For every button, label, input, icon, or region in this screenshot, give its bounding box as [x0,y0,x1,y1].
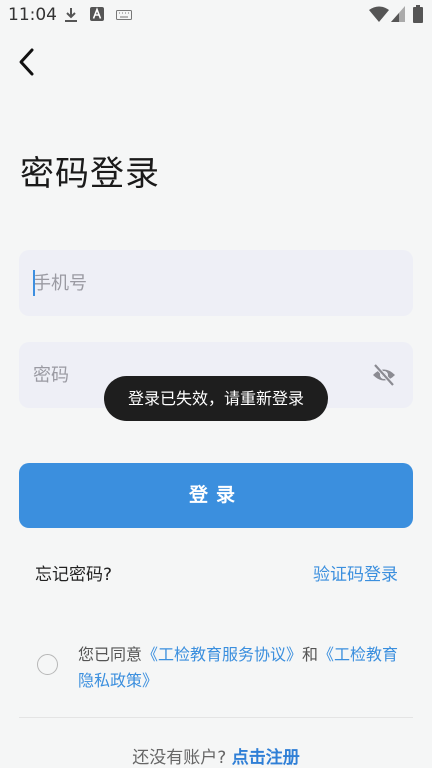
signup-row: 还没有账户? 点击注册 [0,743,432,768]
phone-input[interactable] [33,250,353,316]
page-title: 密码登录 [20,154,160,194]
wifi-icon [369,6,389,22]
agreement-prefix: 您已同意 [78,645,143,664]
signup-prompt: 还没有账户? [132,748,227,768]
back-button[interactable] [12,46,44,78]
signal-icon [391,6,405,22]
download-icon [65,8,77,22]
login-button[interactable]: 登录 [19,463,413,528]
signup-link[interactable]: 点击注册 [232,748,300,768]
service-agreement-link[interactable]: 《工检教育服务协议》 [142,645,302,664]
divider [19,717,413,718]
phone-field[interactable] [19,250,413,316]
toast-message: 登录已失效，请重新登录 [104,376,328,421]
agreement-and: 和 [302,645,319,664]
agreement-text: 您已同意《工检教育服务协议》和《工检教育隐私政策》 [78,642,408,694]
agreement-checkbox[interactable] [37,654,58,675]
text-cursor [33,270,35,296]
status-time: 11:04 [8,5,57,25]
a-badge-icon [90,7,104,21]
battery-icon [413,5,423,23]
status-bar: 11:04 [0,0,432,30]
forgot-password-link[interactable]: 忘记密码? [35,560,112,585]
eye-off-icon[interactable] [371,363,397,387]
sms-login-link[interactable]: 验证码登录 [313,560,398,585]
keyboard-icon [116,10,132,20]
chevron-left-icon[interactable] [12,46,44,78]
